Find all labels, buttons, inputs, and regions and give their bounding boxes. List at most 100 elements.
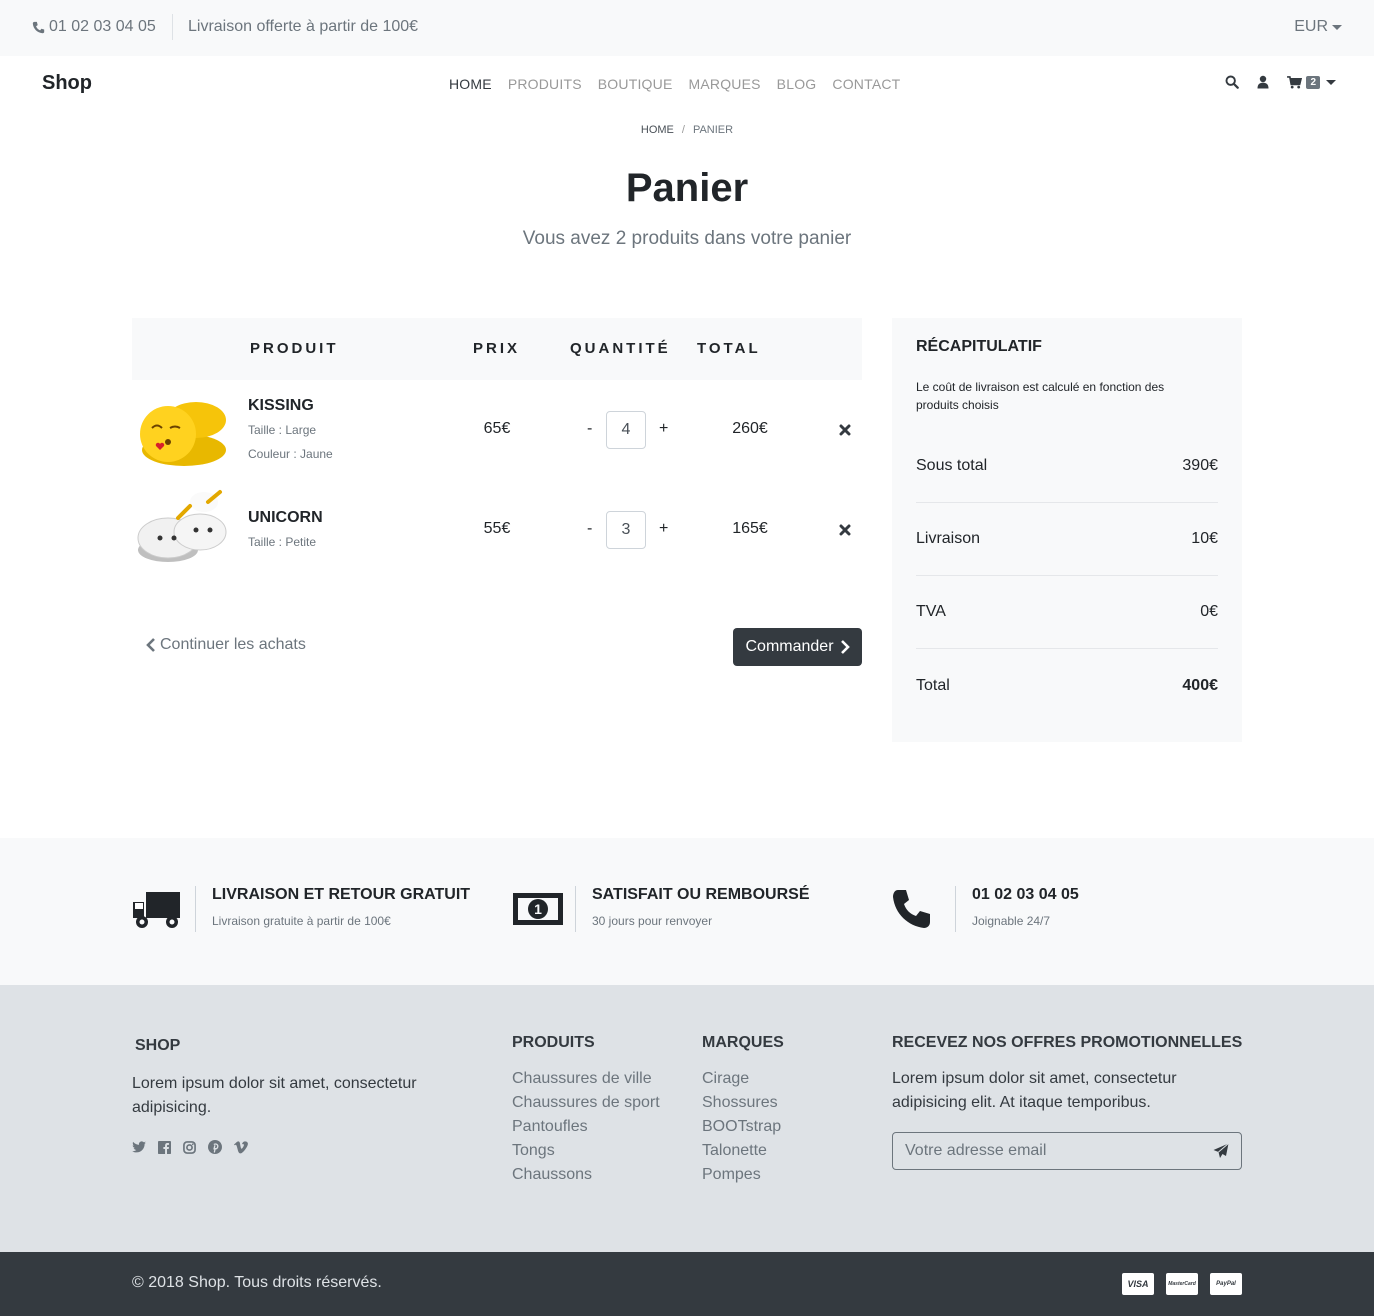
table-row: UNICORN Taille : Petite 55€ - 3 + 165€ <box>132 480 862 580</box>
social-links <box>132 1140 248 1154</box>
footer-link[interactable]: Chaussons <box>512 1163 660 1187</box>
product-color: Couleur : Jaune <box>248 447 333 461</box>
pinterest-icon[interactable] <box>208 1140 222 1154</box>
footer-link[interactable]: Chaussures de sport <box>512 1091 660 1115</box>
nav-contact[interactable]: CONTACT <box>832 76 900 92</box>
product-name[interactable]: UNICORN <box>248 509 323 527</box>
total-value: 400€ <box>1182 676 1218 694</box>
footer-link[interactable]: Chaussures de ville <box>512 1067 660 1091</box>
cart-table-header: PRODUIT PRIX QUANTITÉ TOTAL <box>132 318 862 380</box>
mastercard-icon: MasterCard <box>1166 1273 1198 1295</box>
summary-title: RÉCAPITULATIF <box>916 338 1042 355</box>
service-title: LIVRAISON ET RETOUR GRATUIT <box>212 886 471 903</box>
service-phone: 01 02 03 04 05 Joignable 24/7 <box>892 884 1232 934</box>
summary-shipping-row: Livraison 10€ <box>916 503 1218 576</box>
footer-products-title: PRODUITS <box>512 1034 595 1051</box>
header-price: PRIX <box>473 340 521 357</box>
nav-boutique[interactable]: BOUTIQUE <box>598 76 673 92</box>
page-subtitle: Vous avez 2 produits dans votre panier <box>522 228 852 249</box>
quantity-input[interactable]: 3 <box>606 511 646 549</box>
service-subtitle: Joignable 24/7 <box>972 914 1051 928</box>
quantity-increase-button[interactable]: + <box>659 420 668 438</box>
cart-count-badge: 2 <box>1306 75 1320 89</box>
nav-blog[interactable]: BLOG <box>777 76 817 92</box>
order-button-label: Commander <box>745 638 834 655</box>
continue-shopping-link[interactable]: Continuer les achats <box>146 636 306 654</box>
footer-link[interactable]: Pompes <box>702 1163 781 1187</box>
nav-marques[interactable]: MARQUES <box>688 76 760 92</box>
footer-brands-title: MARQUES <box>702 1034 784 1051</box>
footer: SHOP Lorem ipsum dolor sit amet, consect… <box>0 985 1374 1252</box>
truck-icon <box>133 892 180 928</box>
tax-label: TVA <box>916 603 946 620</box>
remove-item-icon[interactable] <box>839 524 851 536</box>
breadcrumb-separator: / <box>681 124 685 136</box>
cart-icon <box>1287 75 1303 89</box>
breadcrumb: HOME / PANIER <box>0 124 1374 136</box>
payment-methods: VISA MasterCard PayPal <box>1122 1273 1242 1295</box>
footer-link[interactable]: Shossures <box>702 1091 781 1115</box>
nav-menu: HOME PRODUITS BOUTIQUE MARQUES BLOG CONT… <box>449 76 900 92</box>
remove-item-icon[interactable] <box>839 424 851 436</box>
newsletter-email-input[interactable]: Votre adresse email <box>892 1132 1242 1170</box>
top-bar: 01 02 03 04 05 Livraison offerte à parti… <box>0 0 1374 56</box>
currency-dropdown[interactable]: EUR <box>1294 18 1342 36</box>
service-divider <box>195 886 196 932</box>
facebook-icon[interactable] <box>158 1140 171 1154</box>
top-divider <box>172 14 173 40</box>
footer-link[interactable]: Pantoufles <box>512 1115 660 1139</box>
product-total: 260€ <box>732 420 768 437</box>
summary-subtotal-row: Sous total 390€ <box>916 430 1218 503</box>
instagram-icon[interactable] <box>183 1140 196 1154</box>
visa-icon: VISA <box>1122 1273 1154 1295</box>
quantity-input[interactable]: 4 <box>606 411 646 449</box>
currency-label: EUR <box>1294 18 1328 35</box>
top-promo-text: Livraison offerte à partir de 100€ <box>188 18 419 35</box>
vimeo-icon[interactable] <box>234 1140 248 1154</box>
copyright-text: © 2018 Shop. Tous droits réservés. <box>132 1274 382 1291</box>
copyright-bar: © 2018 Shop. Tous droits réservés. VISA … <box>0 1252 1374 1316</box>
total-label: Total <box>916 676 950 694</box>
phone-icon <box>893 890 930 928</box>
service-subtitle: Livraison gratuite à partir de 100€ <box>212 914 391 928</box>
header-quantity: QUANTITÉ <box>570 340 671 357</box>
brand-logo[interactable]: Shop <box>42 72 92 95</box>
service-divider <box>575 886 576 932</box>
quantity-decrease-button[interactable]: - <box>587 420 592 438</box>
quantity-increase-button[interactable]: + <box>659 520 668 538</box>
breadcrumb-home[interactable]: HOME <box>641 124 674 136</box>
product-size: Taille : Large <box>248 423 317 437</box>
footer-products-list: Chaussures de ville Chaussures de sport … <box>512 1067 660 1187</box>
footer-link[interactable]: BOOTstrap <box>702 1115 781 1139</box>
chevron-down-icon <box>1332 24 1342 30</box>
nav-produits[interactable]: PRODUITS <box>508 76 582 92</box>
services-band: LIVRAISON ET RETOUR GRATUIT Livraison gr… <box>0 838 1374 985</box>
order-button[interactable]: Commander <box>733 628 862 666</box>
footer-shop-title: SHOP <box>135 1037 181 1054</box>
search-icon[interactable] <box>1225 75 1240 89</box>
product-image-unicorn[interactable] <box>134 488 230 568</box>
footer-link[interactable]: Talonette <box>702 1139 781 1163</box>
breadcrumb-current: PANIER <box>692 124 734 136</box>
footer-brands-list: Cirage Shossures BOOTstrap Talonette Pom… <box>702 1067 781 1187</box>
footer-link[interactable]: Cirage <box>702 1067 781 1091</box>
quantity-decrease-button[interactable]: - <box>587 520 592 538</box>
page-title: Panier <box>625 166 749 210</box>
header-product: PRODUIT <box>250 340 339 357</box>
svg-text:1: 1 <box>534 901 542 917</box>
nav-home[interactable]: HOME <box>449 76 492 92</box>
main-navbar: Shop HOME PRODUITS BOUTIQUE MARQUES BLOG… <box>0 56 1374 112</box>
send-icon[interactable] <box>1213 1143 1229 1159</box>
user-icon[interactable] <box>1257 75 1269 89</box>
chevron-left-icon <box>146 638 155 652</box>
product-name[interactable]: KISSING <box>248 397 314 415</box>
top-phone[interactable]: 01 02 03 04 05 <box>32 18 156 36</box>
cart-dropdown[interactable]: 2 <box>1287 75 1336 89</box>
product-total: 165€ <box>732 520 768 537</box>
footer-link[interactable]: Tongs <box>512 1139 660 1163</box>
subtotal-label: Sous total <box>916 457 988 474</box>
twitter-icon[interactable] <box>132 1141 146 1153</box>
chevron-down-icon <box>1326 79 1336 85</box>
money-icon: 1 <box>513 893 563 925</box>
product-image-kissing[interactable] <box>134 390 230 470</box>
